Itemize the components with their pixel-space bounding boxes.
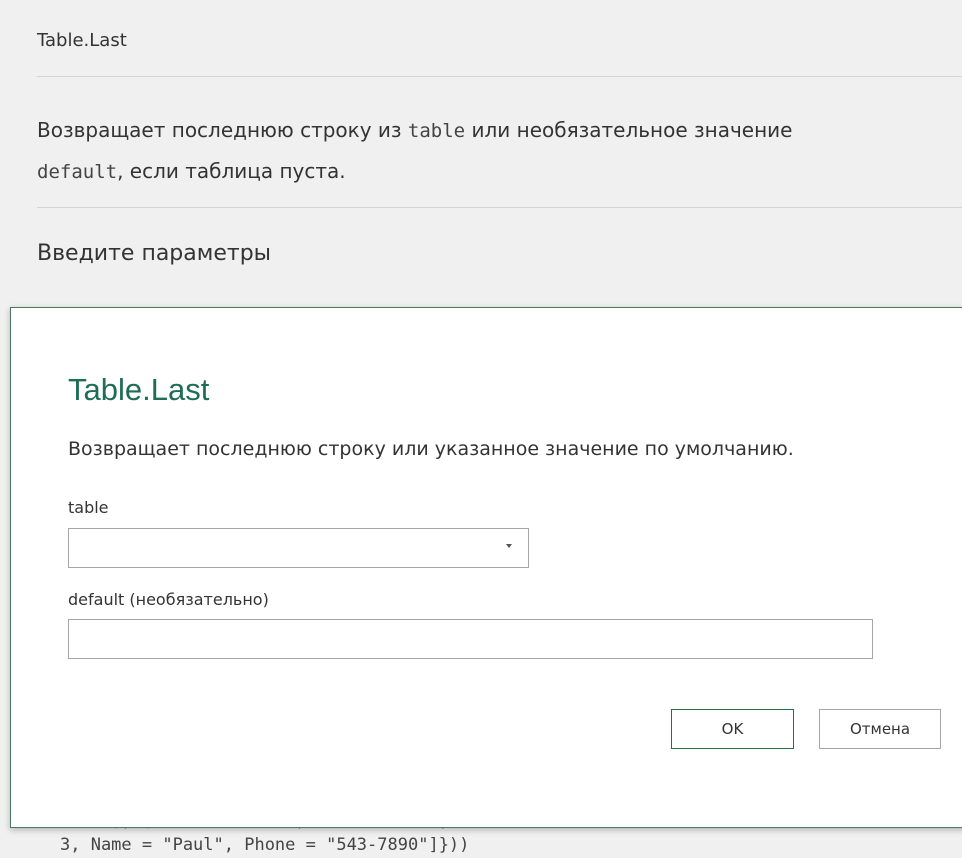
ok-button[interactable]: OK <box>671 709 794 749</box>
dialog-title: Table.Last <box>68 372 210 407</box>
default-field-label: default (необязательно) <box>68 590 269 609</box>
function-name: Table.Last <box>37 30 127 51</box>
parameters-dialog: Table.Last Возвращает последнюю строку и… <box>10 307 962 828</box>
dialog-description: Возвращает последнюю строку или указанно… <box>68 438 794 460</box>
example-code-line: 3, Name = "Paul", Phone = "543-7890"]})) <box>60 835 470 855</box>
default-input[interactable] <box>68 619 873 659</box>
cancel-button[interactable]: Отмена <box>819 709 941 749</box>
divider <box>37 76 962 77</box>
function-description: Возвращает последнюю строку из table или… <box>37 118 793 183</box>
section-heading: Введите параметры <box>37 241 272 266</box>
chevron-down-icon[interactable] <box>504 541 514 551</box>
table-select[interactable] <box>68 528 529 568</box>
table-field-label: table <box>68 498 109 517</box>
divider <box>37 207 962 208</box>
